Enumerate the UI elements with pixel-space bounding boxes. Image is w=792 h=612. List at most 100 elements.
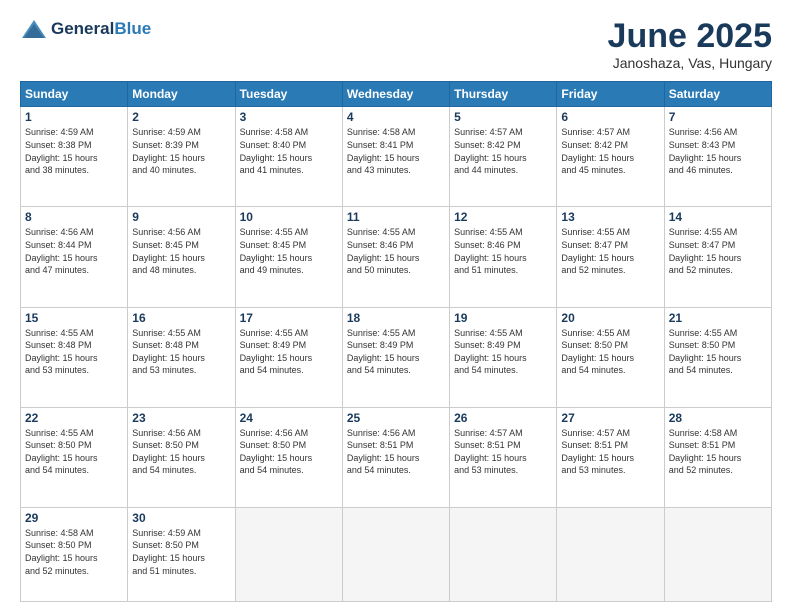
table-row: 17 Sunrise: 4:55 AM Sunset: 8:49 PM Dayli… <box>235 307 342 407</box>
day-number: 18 <box>347 311 445 325</box>
table-row <box>450 507 557 601</box>
day-info: Sunrise: 4:55 AM Sunset: 8:48 PM Dayligh… <box>25 327 123 377</box>
day-number: 28 <box>669 411 767 425</box>
col-wednesday: Wednesday <box>342 82 449 107</box>
day-info: Sunrise: 4:55 AM Sunset: 8:50 PM Dayligh… <box>561 327 659 377</box>
day-info: Sunrise: 4:58 AM Sunset: 8:50 PM Dayligh… <box>25 527 123 577</box>
table-row: 25Sunrise: 4:56 AM Sunset: 8:51 PM Dayli… <box>342 407 449 507</box>
day-info: Sunrise: 4:58 AM Sunset: 8:51 PM Dayligh… <box>669 427 767 477</box>
table-row: 8 Sunrise: 4:56 AM Sunset: 8:44 PM Daylig… <box>21 207 128 307</box>
table-row: 23Sunrise: 4:56 AM Sunset: 8:50 PM Dayli… <box>128 407 235 507</box>
table-row: 27 Sunrise: 4:57 AM Sunset: 8:51 PM Dayli… <box>557 407 664 507</box>
day-number: 23 <box>132 411 230 425</box>
col-tuesday: Tuesday <box>235 82 342 107</box>
logo-blue-text: Blue <box>114 19 151 39</box>
day-number: 25 <box>347 411 445 425</box>
day-number: 1 <box>25 110 123 124</box>
day-info: Sunrise: 4:55 AM Sunset: 8:47 PM Dayligh… <box>669 226 767 276</box>
col-friday: Friday <box>557 82 664 107</box>
day-number: 16 <box>132 311 230 325</box>
day-number: 11 <box>347 210 445 224</box>
day-info: Sunrise: 4:55 AM Sunset: 8:46 PM Dayligh… <box>454 226 552 276</box>
day-info: Sunrise: 4:58 AM Sunset: 8:41 PM Dayligh… <box>347 126 445 176</box>
table-row: 12 Sunrise: 4:55 AM Sunset: 8:46 PM Dayli… <box>450 207 557 307</box>
day-number: 10 <box>240 210 338 224</box>
location: Janoshaza, Vas, Hungary <box>608 55 772 71</box>
table-row: 20 Sunrise: 4:55 AM Sunset: 8:50 PM Dayli… <box>557 307 664 407</box>
day-number: 30 <box>132 511 230 525</box>
day-number: 17 <box>240 311 338 325</box>
day-info: Sunrise: 4:57 AM Sunset: 8:42 PM Dayligh… <box>561 126 659 176</box>
col-monday: Monday <box>128 82 235 107</box>
table-row: 26Sunrise: 4:57 AM Sunset: 8:51 PM Dayli… <box>450 407 557 507</box>
day-number: 22 <box>25 411 123 425</box>
day-number: 13 <box>561 210 659 224</box>
table-row: 18 Sunrise: 4:55 AM Sunset: 8:49 PM Dayli… <box>342 307 449 407</box>
table-row: 6Sunrise: 4:57 AM Sunset: 8:42 PM Daylig… <box>557 107 664 207</box>
table-row: 15 Sunrise: 4:55 AM Sunset: 8:48 PM Dayli… <box>21 307 128 407</box>
month-title: June 2025 <box>608 18 772 55</box>
table-row: 5Sunrise: 4:57 AM Sunset: 8:42 PM Daylig… <box>450 107 557 207</box>
table-row: 9Sunrise: 4:56 AM Sunset: 8:45 PM Daylig… <box>128 207 235 307</box>
table-row: 10Sunrise: 4:55 AM Sunset: 8:45 PM Dayli… <box>235 207 342 307</box>
day-info: Sunrise: 4:57 AM Sunset: 8:51 PM Dayligh… <box>561 427 659 477</box>
day-number: 8 <box>25 210 123 224</box>
day-info: Sunrise: 4:55 AM Sunset: 8:47 PM Dayligh… <box>561 226 659 276</box>
day-number: 3 <box>240 110 338 124</box>
table-row: 3 Sunrise: 4:58 AM Sunset: 8:40 PM Daylig… <box>235 107 342 207</box>
calendar-table: Sunday Monday Tuesday Wednesday Thursday… <box>20 81 772 602</box>
table-row <box>342 507 449 601</box>
table-row: 28 Sunrise: 4:58 AM Sunset: 8:51 PM Dayli… <box>664 407 771 507</box>
title-block: June 2025 Janoshaza, Vas, Hungary <box>608 18 772 71</box>
day-info: Sunrise: 4:56 AM Sunset: 8:45 PM Dayligh… <box>132 226 230 276</box>
header: General Blue June 2025 Janoshaza, Vas, H… <box>20 18 772 71</box>
table-row: 4 Sunrise: 4:58 AM Sunset: 8:41 PM Daylig… <box>342 107 449 207</box>
day-number: 2 <box>132 110 230 124</box>
table-row: 1 Sunrise: 4:59 AM Sunset: 8:38 PM Daylig… <box>21 107 128 207</box>
day-number: 29 <box>25 511 123 525</box>
day-number: 27 <box>561 411 659 425</box>
day-number: 12 <box>454 210 552 224</box>
table-row: 21 Sunrise: 4:55 AM Sunset: 8:50 PM Dayli… <box>664 307 771 407</box>
day-number: 24 <box>240 411 338 425</box>
day-info: Sunrise: 4:59 AM Sunset: 8:39 PM Dayligh… <box>132 126 230 176</box>
day-info: Sunrise: 4:55 AM Sunset: 8:50 PM Dayligh… <box>669 327 767 377</box>
day-info: Sunrise: 4:57 AM Sunset: 8:51 PM Dayligh… <box>454 427 552 477</box>
day-info: Sunrise: 4:59 AM Sunset: 8:50 PM Dayligh… <box>132 527 230 577</box>
table-row <box>557 507 664 601</box>
col-saturday: Saturday <box>664 82 771 107</box>
day-info: Sunrise: 4:56 AM Sunset: 8:50 PM Dayligh… <box>240 427 338 477</box>
day-info: Sunrise: 4:55 AM Sunset: 8:49 PM Dayligh… <box>347 327 445 377</box>
col-thursday: Thursday <box>450 82 557 107</box>
day-number: 14 <box>669 210 767 224</box>
day-info: Sunrise: 4:55 AM Sunset: 8:50 PM Dayligh… <box>25 427 123 477</box>
day-number: 20 <box>561 311 659 325</box>
logo-general-text: General <box>51 19 114 39</box>
day-number: 15 <box>25 311 123 325</box>
calendar-week-row: 15 Sunrise: 4:55 AM Sunset: 8:48 PM Dayli… <box>21 307 772 407</box>
calendar-week-row: 8 Sunrise: 4:56 AM Sunset: 8:44 PM Daylig… <box>21 207 772 307</box>
day-info: Sunrise: 4:55 AM Sunset: 8:46 PM Dayligh… <box>347 226 445 276</box>
day-info: Sunrise: 4:56 AM Sunset: 8:43 PM Dayligh… <box>669 126 767 176</box>
col-sunday: Sunday <box>21 82 128 107</box>
calendar-week-row: 1 Sunrise: 4:59 AM Sunset: 8:38 PM Daylig… <box>21 107 772 207</box>
table-row: 29 Sunrise: 4:58 AM Sunset: 8:50 PM Dayli… <box>21 507 128 601</box>
table-row: 24 Sunrise: 4:56 AM Sunset: 8:50 PM Dayli… <box>235 407 342 507</box>
calendar-header-row: Sunday Monday Tuesday Wednesday Thursday… <box>21 82 772 107</box>
day-info: Sunrise: 4:55 AM Sunset: 8:49 PM Dayligh… <box>240 327 338 377</box>
logo: General Blue <box>20 18 151 40</box>
day-info: Sunrise: 4:55 AM Sunset: 8:49 PM Dayligh… <box>454 327 552 377</box>
day-info: Sunrise: 4:59 AM Sunset: 8:38 PM Dayligh… <box>25 126 123 176</box>
day-number: 21 <box>669 311 767 325</box>
table-row: 7Sunrise: 4:56 AM Sunset: 8:43 PM Daylig… <box>664 107 771 207</box>
day-info: Sunrise: 4:58 AM Sunset: 8:40 PM Dayligh… <box>240 126 338 176</box>
day-number: 4 <box>347 110 445 124</box>
day-number: 19 <box>454 311 552 325</box>
table-row: 11 Sunrise: 4:55 AM Sunset: 8:46 PM Dayli… <box>342 207 449 307</box>
day-number: 5 <box>454 110 552 124</box>
table-row <box>235 507 342 601</box>
page: General Blue June 2025 Janoshaza, Vas, H… <box>0 0 792 612</box>
calendar-week-row: 22 Sunrise: 4:55 AM Sunset: 8:50 PM Dayli… <box>21 407 772 507</box>
day-info: Sunrise: 4:56 AM Sunset: 8:44 PM Dayligh… <box>25 226 123 276</box>
table-row: 22 Sunrise: 4:55 AM Sunset: 8:50 PM Dayli… <box>21 407 128 507</box>
